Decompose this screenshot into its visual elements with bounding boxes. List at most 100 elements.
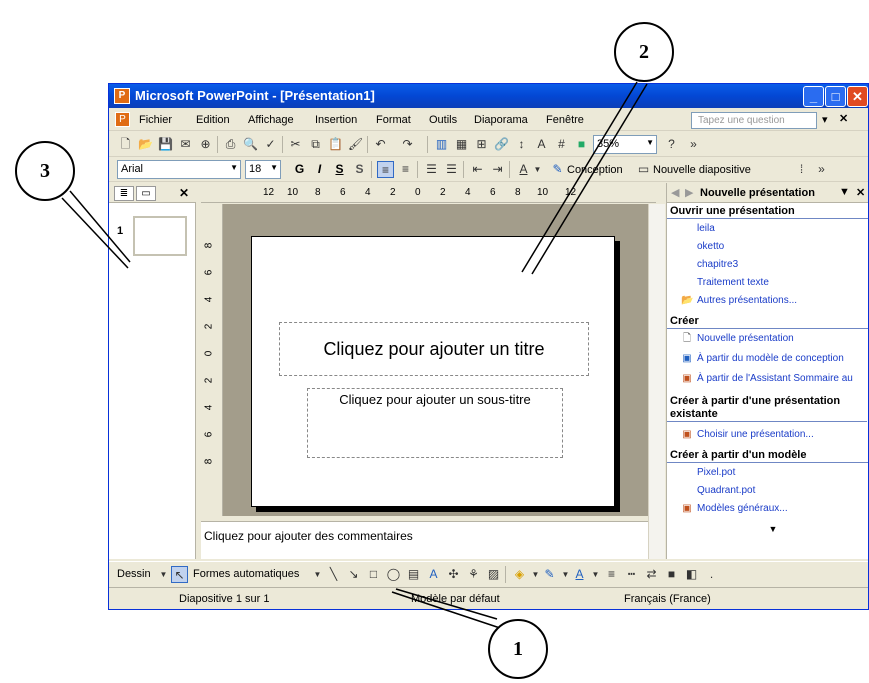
subtitle-placeholder[interactable]: Cliquez pour ajouter un sous-titre — [307, 388, 563, 458]
align-left-icon[interactable]: ≡ — [377, 161, 394, 178]
select-pointer-icon[interactable]: ↖ — [171, 566, 188, 583]
font-color-icon[interactable]: A — [571, 566, 588, 583]
underline-button[interactable]: S — [331, 161, 348, 178]
toolbar-options-icon[interactable]: » — [813, 161, 830, 178]
toolbar-options-icon[interactable]: . — [703, 566, 720, 583]
dash-style-icon[interactable]: ┅ — [623, 566, 640, 583]
shadow-style-icon[interactable]: ■ — [663, 566, 680, 583]
chevron-down-icon[interactable]: ▼ — [839, 186, 850, 198]
powerpoint-app-icon[interactable]: P — [114, 88, 130, 104]
tab-slides-icon[interactable]: ▭ — [136, 186, 156, 201]
ask-question-input[interactable]: Tapez une question — [691, 112, 817, 129]
new-slide-icon[interactable]: ▭ — [635, 161, 652, 178]
zoom-combo[interactable]: 35% ▼ — [593, 135, 657, 154]
font-combo[interactable]: Arial ▼ — [117, 160, 241, 179]
paste-icon[interactable]: 📋 — [327, 136, 344, 153]
notes-pane[interactable]: Cliquez pour ajouter des commentaires — [201, 521, 648, 559]
save-icon[interactable]: 💾 — [157, 136, 174, 153]
shadow-button[interactable]: S — [351, 161, 368, 178]
tab-outline-icon[interactable]: ≣ — [114, 186, 134, 201]
numbering-icon[interactable]: ☰ — [423, 161, 440, 178]
forward-arrow-icon[interactable]: ▶ — [685, 186, 693, 199]
align-center-icon[interactable]: ≡ — [397, 161, 414, 178]
new-icon[interactable]: 🗋 — [117, 136, 134, 153]
oval-icon[interactable]: ◯ — [385, 566, 402, 583]
open-folder-icon[interactable]: 📂 — [137, 136, 154, 153]
dessin-menu[interactable]: Dessin — [117, 568, 151, 580]
format-painter-icon[interactable]: 🖌 — [347, 136, 364, 153]
title-bar[interactable]: P Microsoft PowerPoint - [Présentation1]… — [109, 84, 868, 108]
conception-button[interactable]: Conception — [567, 164, 623, 176]
undo-icon[interactable]: ↶ — [372, 136, 389, 153]
menu-edition[interactable]: Edition — [196, 114, 230, 126]
document-icon[interactable]: P — [115, 112, 130, 127]
copy-icon[interactable]: ⧉ — [307, 136, 324, 153]
recent-file-link[interactable]: oketto — [697, 241, 724, 252]
recent-file-link[interactable]: chapitre3 — [697, 259, 738, 270]
menu-format[interactable]: Format — [376, 114, 411, 126]
line-color-icon[interactable]: ✎ — [541, 566, 558, 583]
spelling-icon[interactable]: ✓ — [262, 136, 279, 153]
menu-fichier[interactable]: Fichier — [139, 114, 172, 126]
more-buttons-icon[interactable]: ⁞ — [793, 161, 810, 178]
print-icon[interactable]: ⎙ — [222, 136, 239, 153]
email-icon[interactable]: ⊕ — [197, 136, 214, 153]
insert-chart-icon[interactable]: ▥ — [433, 136, 450, 153]
3d-style-icon[interactable]: ◧ — [683, 566, 700, 583]
increase-indent-icon[interactable]: ⇥ — [489, 161, 506, 178]
menu-insertion[interactable]: Insertion — [315, 114, 357, 126]
template-link[interactable]: Pixel.pot — [697, 467, 735, 478]
arrow-style-icon[interactable]: ⇄ — [643, 566, 660, 583]
menu-outils[interactable]: Outils — [429, 114, 457, 126]
bold-button[interactable]: G — [291, 161, 308, 178]
menu-affichage[interactable]: Affichage — [248, 114, 294, 126]
back-arrow-icon[interactable]: ◀ — [671, 186, 679, 199]
choose-presentation-link[interactable]: Choisir une présentation... — [697, 429, 814, 440]
autocontent-wizard-link[interactable]: À partir de l'Assistant Sommaire au — [697, 373, 853, 384]
toolbar-options-icon[interactable]: » — [685, 136, 702, 153]
vertical-scrollbar[interactable] — [648, 204, 665, 559]
task-pane-title[interactable]: Nouvelle présentation — [700, 187, 815, 199]
italic-button[interactable]: I — [311, 161, 328, 178]
new-slide-button[interactable]: Nouvelle diapositive — [653, 164, 751, 176]
redo-icon[interactable]: ↷ — [399, 136, 416, 153]
diagram-icon[interactable]: ✣ — [445, 566, 462, 583]
pane-close-button[interactable]: ✕ — [179, 186, 189, 200]
recent-file-link[interactable]: leila — [697, 223, 715, 234]
permission-icon[interactable]: ✉ — [177, 136, 194, 153]
text-box-icon[interactable]: ▤ — [405, 566, 422, 583]
insert-picture-icon[interactable]: ▨ — [485, 566, 502, 583]
print-preview-icon[interactable]: 🔍 — [242, 136, 259, 153]
document-close-button[interactable]: ✕ — [839, 112, 848, 125]
general-templates-link[interactable]: Modèles généraux... — [697, 503, 788, 514]
bullets-icon[interactable]: ☰ — [443, 161, 460, 178]
autoshapes-menu[interactable]: Formes automatiques — [193, 568, 299, 580]
slide[interactable]: Cliquez pour ajouter un titre Cliquez po… — [251, 236, 615, 507]
tables-borders-icon[interactable]: ⊞ — [473, 136, 490, 153]
close-icon[interactable]: ✕ — [856, 186, 865, 199]
maximize-button[interactable]: □ — [825, 86, 846, 107]
rectangle-icon[interactable]: □ — [365, 566, 382, 583]
fill-color-icon[interactable]: ◈ — [511, 566, 528, 583]
title-placeholder[interactable]: Cliquez pour ajouter un titre — [279, 322, 589, 376]
line-style-icon[interactable]: ≡ — [603, 566, 620, 583]
clip-art-icon[interactable]: ⚘ — [465, 566, 482, 583]
slide-design-icon[interactable]: ✎ — [549, 161, 566, 178]
scroll-down-icon[interactable]: ▼ — [767, 523, 779, 535]
font-size-combo[interactable]: 18 ▼ — [245, 160, 281, 179]
help-icon[interactable]: ? — [663, 136, 680, 153]
from-design-template-link[interactable]: À partir du modèle de conception — [697, 353, 844, 364]
insert-hyperlink-icon[interactable]: 🔗 — [493, 136, 510, 153]
chevron-down-icon[interactable]: ▼ — [309, 566, 326, 583]
wordart-icon[interactable]: A — [425, 566, 442, 583]
new-presentation-link[interactable]: Nouvelle présentation — [697, 333, 794, 344]
insert-table-icon[interactable]: ▦ — [453, 136, 470, 153]
arrow-icon[interactable]: ↘ — [345, 566, 362, 583]
cut-icon[interactable]: ✂ — [287, 136, 304, 153]
color-grayscale-icon[interactable]: ■ — [573, 136, 590, 153]
decrease-indent-icon[interactable]: ⇤ — [469, 161, 486, 178]
more-presentations-link[interactable]: Autres présentations... — [697, 295, 797, 306]
recent-file-link[interactable]: Traitement texte — [697, 277, 769, 288]
chevron-down-icon[interactable]: ▼ — [529, 161, 546, 178]
template-link[interactable]: Quadrant.pot — [697, 485, 755, 496]
